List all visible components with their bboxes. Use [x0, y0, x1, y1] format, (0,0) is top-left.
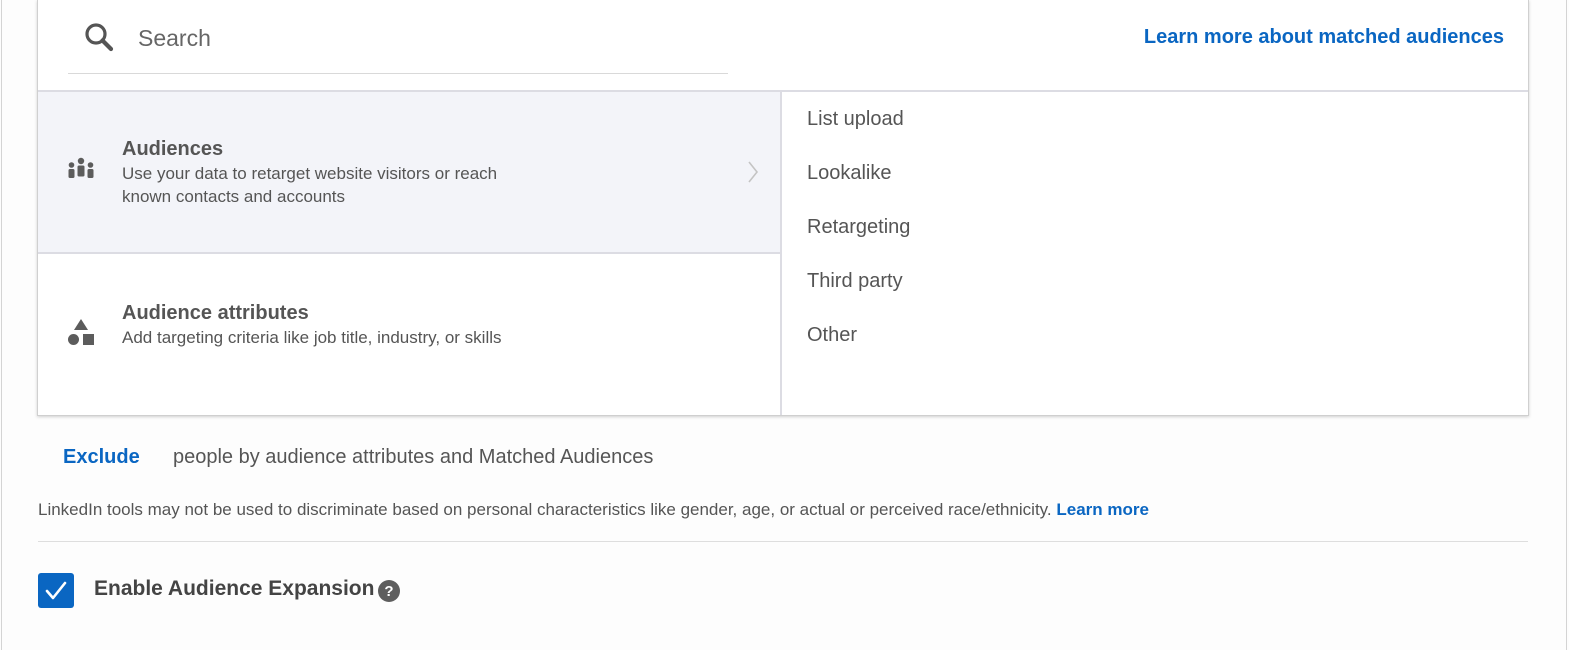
- search-row: Learn more about matched audiences: [38, 0, 1528, 90]
- category-title: Audience attributes: [122, 302, 309, 324]
- search-icon: [85, 23, 114, 52]
- category-description: Use your data to retarget website visito…: [122, 164, 498, 206]
- people-group-icon: [68, 157, 94, 178]
- exclude-row: Exclude people by audience attributes an…: [63, 446, 653, 469]
- disclaimer: LinkedIn tools may not be used to discri…: [38, 500, 1149, 520]
- subcategory-item-third-party[interactable]: Third party: [807, 270, 903, 293]
- subcategory-item-retargeting[interactable]: Retargeting: [807, 216, 910, 239]
- category-title: Audiences: [122, 138, 224, 160]
- category-list: Audiences Use your data to retarget webs…: [38, 92, 780, 415]
- learn-more-matched-audiences-link[interactable]: Learn more about matched audiences: [1144, 26, 1504, 49]
- divider: [38, 541, 1528, 542]
- search-box: [68, 0, 728, 74]
- exclude-link[interactable]: Exclude: [63, 446, 140, 468]
- subcategory-item-list-upload[interactable]: List upload: [807, 108, 904, 131]
- subcategory-item-lookalike[interactable]: Lookalike: [807, 162, 892, 185]
- category-item-audience-attributes[interactable]: Audience attributes Add targeting criter…: [38, 254, 780, 415]
- audience-expansion-checkbox[interactable]: [38, 573, 74, 608]
- shapes-icon: [68, 319, 94, 345]
- category-item-audiences[interactable]: Audiences Use your data to retarget webs…: [38, 92, 780, 252]
- subcategory-item-other[interactable]: Other: [807, 324, 857, 347]
- subcategory-list: List upload Lookalike Retargeting Third …: [782, 92, 1528, 415]
- exclude-description: people by audience attributes and Matche…: [173, 446, 654, 468]
- category-description: Add targeting criteria like job title, i…: [122, 328, 502, 347]
- disclaimer-text: LinkedIn tools may not be used to discri…: [38, 500, 1052, 519]
- checkmark-icon: [45, 581, 67, 600]
- targeting-panel: Learn more about matched audiences Audie…: [37, 0, 1529, 416]
- help-icon[interactable]: ?: [378, 580, 400, 602]
- chevron-right-icon: [748, 161, 759, 183]
- learn-more-link[interactable]: Learn more: [1056, 500, 1149, 519]
- search-input[interactable]: [138, 18, 698, 58]
- audience-expansion-label: Enable Audience Expansion: [94, 577, 375, 600]
